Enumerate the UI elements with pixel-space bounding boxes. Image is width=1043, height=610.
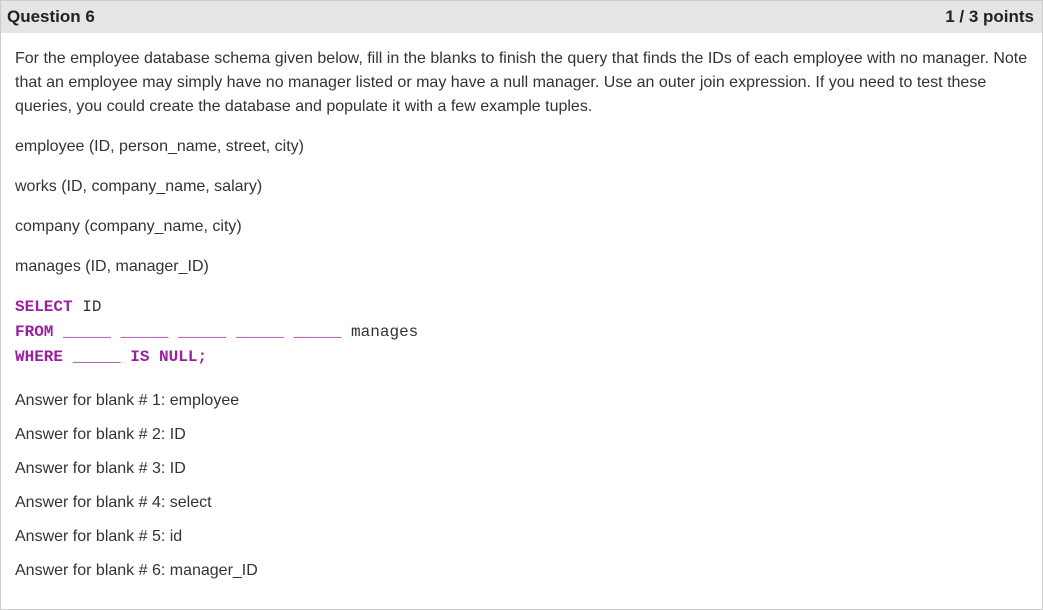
question-header: Question 6 1 / 3 points: [1, 1, 1042, 33]
select-column: ID: [73, 298, 102, 316]
keyword-select: SELECT: [15, 298, 73, 316]
question-container: Question 6 1 / 3 points For the employee…: [0, 0, 1043, 610]
answer-line-1: Answer for blank # 1: employee: [15, 389, 1028, 413]
blank-4: _____: [226, 323, 284, 341]
answer-line-3: Answer for blank # 3: ID: [15, 457, 1028, 481]
blank-5: _____: [284, 323, 342, 341]
answer-line-4: Answer for blank # 4: select: [15, 491, 1028, 515]
blank-1: _____: [53, 323, 111, 341]
keyword-is: IS: [121, 348, 150, 366]
keyword-where: WHERE: [15, 348, 63, 366]
blank-6: _____: [63, 348, 121, 366]
answer-line-6: Answer for blank # 6: manager_ID: [15, 559, 1028, 583]
schema-line-employee: employee (ID, person_name, street, city): [15, 135, 1028, 159]
blank-3: _____: [169, 323, 227, 341]
question-title: Question 6: [7, 7, 95, 27]
semicolon: ;: [197, 348, 207, 366]
keyword-null: NULL: [149, 348, 197, 366]
question-body: For the employee database schema given b…: [1, 33, 1042, 609]
schema-line-manages: manages (ID, manager_ID): [15, 255, 1028, 279]
sql-code-block: SELECT ID FROM _____ _____ _____ _____ _…: [15, 295, 1028, 369]
answers-block: Answer for blank # 1: employee Answer fo…: [15, 389, 1028, 583]
blank-2: _____: [111, 323, 169, 341]
schema-line-works: works (ID, company_name, salary): [15, 175, 1028, 199]
keyword-from: FROM: [15, 323, 53, 341]
schema-line-company: company (company_name, city): [15, 215, 1028, 239]
answer-line-5: Answer for blank # 5: id: [15, 525, 1028, 549]
from-tail: manages: [341, 323, 418, 341]
question-points: 1 / 3 points: [945, 7, 1034, 27]
answer-line-2: Answer for blank # 2: ID: [15, 423, 1028, 447]
question-prompt: For the employee database schema given b…: [15, 47, 1028, 119]
